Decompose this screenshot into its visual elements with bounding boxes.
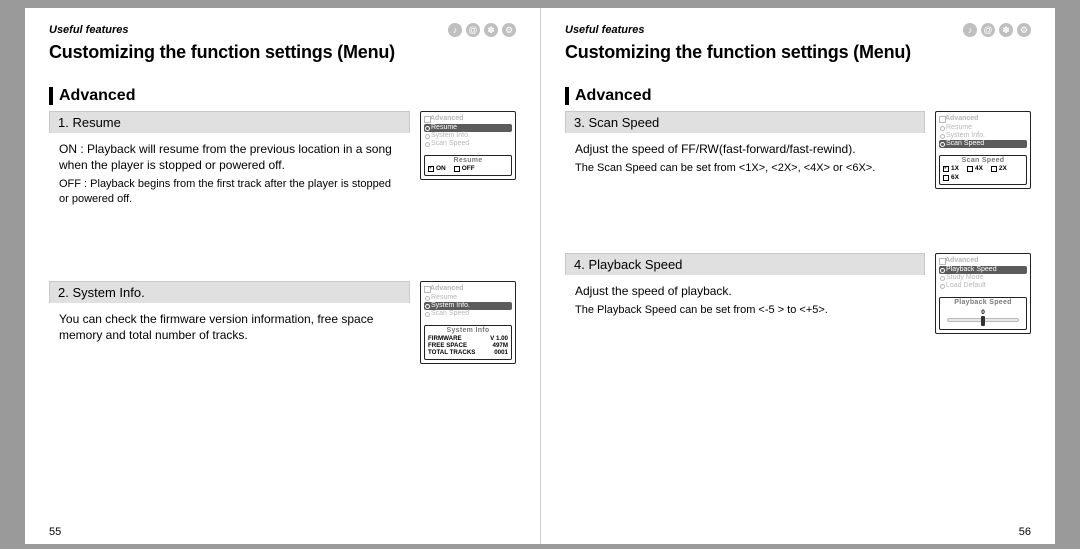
useful-features-label: Useful features <box>565 24 644 36</box>
item-title-playback: 4. Playback Speed <box>565 253 925 275</box>
section-marker <box>49 87 53 105</box>
option-off: OFF <box>454 165 475 172</box>
device-menu-head: Advanced <box>939 114 1027 124</box>
device-preview-playback: Advanced Playback Speed Study Mode Load … <box>935 253 1031 334</box>
kv-key: TOTAL TRACKS <box>428 349 480 356</box>
item-title-resume: 1. Resume <box>49 111 410 133</box>
item-body-playback: Adjust the speed of playback. The Playba… <box>565 275 925 328</box>
page-right: Useful features ♪ @ ✽ ⚙ Customizing the … <box>540 8 1055 544</box>
device-panel-title: Resume <box>428 157 508 165</box>
device-row: Resume <box>939 124 1027 132</box>
option-4x: 4X <box>967 165 983 172</box>
option-6x: 6X <box>943 174 959 181</box>
scan-detail: The Scan Speed can be set from <1X>, <2X… <box>575 161 915 176</box>
item-resume: 1. Resume ON : Playback will resume from… <box>49 111 516 217</box>
resume-off-text: OFF : Playback begins from the first tra… <box>59 177 400 207</box>
device-row: System Info. <box>424 132 512 140</box>
option-on: ON <box>428 165 446 172</box>
kv-val: 0001 <box>486 349 508 356</box>
page-title: Customizing the function settings (Menu) <box>565 42 1031 63</box>
device-panel-title: System Info <box>428 327 508 335</box>
page-number: 56 <box>1019 526 1031 538</box>
item-body-scan: Adjust the speed of FF/RW(fast-forward/f… <box>565 133 925 186</box>
device-menu-head: Advanced <box>424 114 512 124</box>
scan-body: Adjust the speed of FF/RW(fast-forward/f… <box>575 142 856 156</box>
page-header: Useful features ♪ @ ✽ ⚙ <box>565 22 1031 38</box>
item-title-sysinfo: 2. System Info. <box>49 281 410 303</box>
kv-key: FIRMWARE <box>428 335 480 342</box>
page-left: Useful features ♪ @ ✽ ⚙ Customizing the … <box>25 8 540 544</box>
item-body-resume: ON : Playback will resume from the previ… <box>49 133 410 217</box>
device-row: Load Default <box>939 282 1027 290</box>
section-label: Advanced <box>59 87 135 105</box>
playback-detail: The Playback Speed can be set from <-5 >… <box>575 303 915 318</box>
device-row: Study Mode <box>939 274 1027 282</box>
device-panel-title: Playback Speed <box>943 299 1023 307</box>
manual-spread: Useful features ♪ @ ✽ ⚙ Customizing the … <box>25 8 1055 544</box>
page-number: 55 <box>49 526 61 538</box>
device-panel-title: Scan Speed <box>943 157 1023 165</box>
gear-icon: ⚙ <box>1017 23 1031 37</box>
device-preview-sysinfo: Advanced Resume System Info. Scan Speed … <box>420 281 516 364</box>
section-marker <box>565 87 569 105</box>
spiral-icon: @ <box>981 23 995 37</box>
item-title-scan: 3. Scan Speed <box>565 111 925 133</box>
resume-on-text: ON : Playback will resume from the previ… <box>59 142 392 172</box>
slider-value: 0 <box>947 309 1019 316</box>
device-row: System Info. <box>424 302 512 310</box>
spiral-icon: @ <box>466 23 480 37</box>
option-2x: 2X <box>991 165 1007 172</box>
gear-icon: ⚙ <box>502 23 516 37</box>
fan-icon: ✽ <box>999 23 1013 37</box>
playback-slider: 0 <box>943 307 1023 326</box>
kv-val: 497M <box>486 342 508 349</box>
slider-track <box>947 318 1019 322</box>
music-note-icon: ♪ <box>448 23 462 37</box>
slider-thumb <box>981 316 985 326</box>
page-title: Customizing the function settings (Menu) <box>49 42 516 63</box>
header-icons: ♪ @ ✽ ⚙ <box>448 23 516 37</box>
kv-val: V 1.00 <box>486 335 508 342</box>
section-advanced: Advanced <box>49 87 516 105</box>
device-menu-head: Advanced <box>424 284 512 294</box>
device-menu-head: Advanced <box>939 256 1027 266</box>
item-body-sysinfo: You can check the firmware version infor… <box>49 303 410 353</box>
item-playback-speed: 4. Playback Speed Adjust the speed of pl… <box>565 253 1031 334</box>
fan-icon: ✽ <box>484 23 498 37</box>
section-advanced: Advanced <box>565 87 1031 105</box>
device-row: Resume <box>424 294 512 302</box>
option-1x: 1X <box>943 165 959 172</box>
device-row: Playback Speed <box>939 266 1027 274</box>
device-row: Resume <box>424 124 512 132</box>
device-preview-resume: Advanced Resume System Info. Scan Speed … <box>420 111 516 180</box>
item-scan-speed: 3. Scan Speed Adjust the speed of FF/RW(… <box>565 111 1031 189</box>
kv-key: FREE SPACE <box>428 342 480 349</box>
device-preview-scan: Advanced Resume System Info. Scan Speed … <box>935 111 1031 189</box>
device-row: Scan Speed <box>939 140 1027 148</box>
music-note-icon: ♪ <box>963 23 977 37</box>
section-label: Advanced <box>575 87 651 105</box>
useful-features-label: Useful features <box>49 24 128 36</box>
playback-body: Adjust the speed of playback. <box>575 284 732 298</box>
device-row: Scan Speed <box>424 140 512 148</box>
device-row: System Info. <box>939 132 1027 140</box>
device-row: Scan Speed <box>424 310 512 318</box>
item-system-info: 2. System Info. You can check the firmwa… <box>49 281 516 364</box>
header-icons: ♪ @ ✽ ⚙ <box>963 23 1031 37</box>
page-header: Useful features ♪ @ ✽ ⚙ <box>49 22 516 38</box>
